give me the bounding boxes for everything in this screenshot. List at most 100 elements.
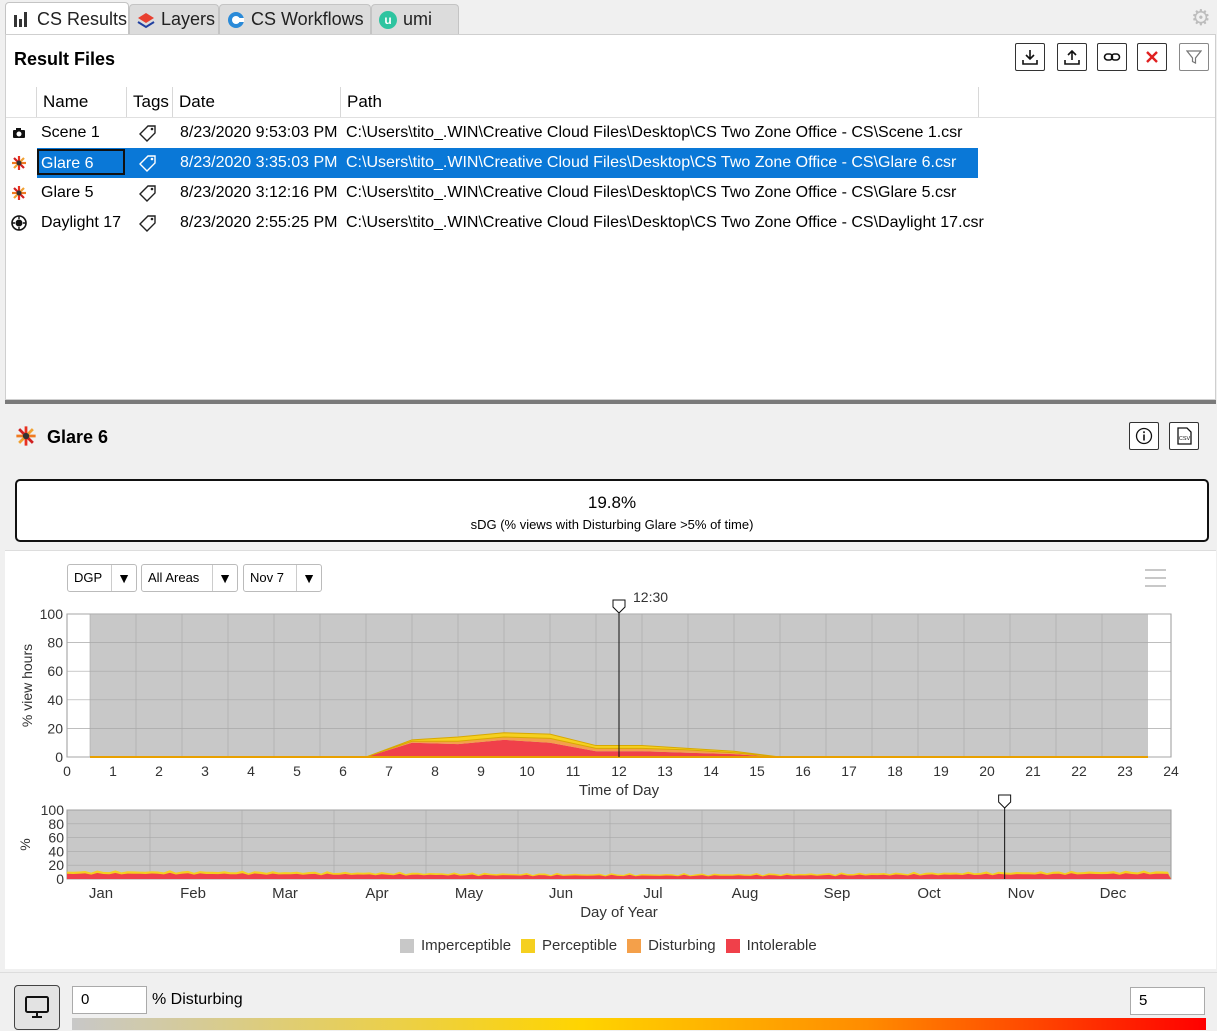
legend-label: Perceptible	[542, 937, 618, 954]
column-header-date[interactable]: Date	[173, 87, 341, 117]
chart-legend: Imperceptible Perceptible Disturbing Int…	[400, 937, 827, 954]
delete-icon	[1146, 51, 1158, 63]
table-row-selected[interactable]: Glare 6 8/23/2020 3:35:03 PM C:\Users\ti…	[6, 148, 1217, 178]
x-tick-label: 10	[519, 763, 535, 779]
dropdown-value: All Areas	[148, 570, 200, 585]
column-header-tags[interactable]: Tags	[127, 87, 173, 117]
csv-icon: CSV	[1177, 427, 1192, 445]
min-value-input[interactable]: 0	[72, 986, 147, 1014]
charts-svg: 0 1 2 3 4 5 6 7 8 9 10 11 12 13 14 15 16 17 18 19 20 21 22 23 24…	[17, 590, 1179, 921]
legend-item[interactable]: Disturbing	[627, 937, 716, 954]
bar-chart-icon	[14, 12, 27, 27]
panel-splitter[interactable]	[5, 400, 1216, 404]
time-marker-label: 12:30	[633, 590, 668, 605]
x-tick-label: 20	[979, 763, 995, 779]
x-tick-label: 0	[63, 763, 71, 779]
dropdown-value: Nov 7	[250, 570, 284, 585]
filter-icon	[1186, 50, 1202, 64]
info-button[interactable]	[1129, 422, 1159, 450]
date-dropdown[interactable]: Nov 7 ▼	[243, 564, 322, 592]
x-tick-label: 21	[1025, 763, 1041, 779]
tab-label: umi	[403, 9, 433, 29]
layers-icon	[137, 12, 155, 28]
x-tick-label: 19	[933, 763, 949, 779]
y-tick-label: 80	[47, 635, 63, 651]
x-tick-label: Jun	[549, 885, 573, 902]
delete-button[interactable]	[1137, 43, 1167, 71]
table-row[interactable]: Glare 5 8/23/2020 3:12:16 PM C:\Users\ti…	[6, 178, 1217, 208]
x-axis-label: Time of Day	[579, 782, 660, 799]
chevron-down-icon: ▼	[296, 565, 321, 591]
legend-label: Imperceptible	[421, 937, 512, 954]
panel-title: Result Files	[14, 49, 116, 69]
color-scale-bar	[72, 1018, 1206, 1030]
umi-icon: u	[379, 10, 397, 29]
monitor-icon	[25, 996, 49, 1018]
x-tick-label: 2	[155, 763, 163, 779]
y-tick-label: 20	[48, 857, 64, 873]
y-tick-label: 100	[41, 802, 65, 818]
x-tick-label: 12	[611, 763, 627, 779]
row-name: Glare 5	[41, 184, 94, 201]
x-tick-label: 18	[887, 763, 903, 779]
header-icon-col	[6, 87, 37, 117]
metric-label: sDG (% views with Disturbing Glare >5% o…	[470, 517, 754, 532]
x-tick-label: Dec	[1100, 885, 1127, 902]
row-name: Scene 1	[41, 124, 100, 141]
tab-umi[interactable]: u umi	[371, 4, 459, 34]
metric-dropdown[interactable]: DGP ▼	[67, 564, 137, 592]
metric-value: 19.8%	[587, 493, 637, 512]
download-button[interactable]	[1015, 43, 1045, 71]
glare-icon	[16, 426, 36, 446]
legend-item[interactable]: Imperceptible	[400, 937, 511, 954]
y-tick-label: 0	[55, 749, 63, 765]
x-tick-label: Sep	[824, 885, 851, 902]
link-button[interactable]	[1097, 43, 1127, 71]
x-tick-label: May	[455, 885, 484, 902]
gear-icon[interactable]: ⚙	[1191, 7, 1211, 29]
upload-icon	[1064, 49, 1080, 65]
x-tick-label: Mar	[272, 885, 298, 902]
tab-cs-workflows[interactable]: CS Workflows	[219, 4, 371, 34]
x-tick-label: Jul	[643, 885, 662, 902]
y-tick-label: 100	[40, 606, 64, 622]
x-tick-label: 1	[109, 763, 117, 779]
x-tick-label: 15	[749, 763, 765, 779]
table-row[interactable]: Daylight 17 8/23/2020 2:55:25 PM C:\User…	[6, 208, 1217, 238]
legend-item[interactable]: Intolerable	[725, 937, 817, 954]
max-value-input[interactable]: 5	[1130, 987, 1205, 1015]
x-tick-label: 8	[431, 763, 439, 779]
row-date: 8/23/2020 3:12:16 PM	[180, 184, 338, 201]
row-path: C:\Users\tito_.WIN\Creative Cloud Files\…	[346, 124, 963, 141]
legend-item[interactable]: Perceptible	[521, 937, 617, 954]
column-header-name[interactable]: Name	[37, 87, 127, 117]
dropdown-value: DGP	[74, 570, 103, 585]
column-header-path[interactable]: Path	[341, 87, 979, 117]
row-date: 8/23/2020 2:55:25 PM	[180, 214, 338, 231]
upload-button[interactable]	[1057, 43, 1087, 71]
table-row[interactable]: Scene 1 8/23/2020 9:53:03 PM C:\Users\ti…	[6, 118, 1217, 148]
y-tick-label: 60	[47, 663, 63, 679]
x-tick-label: Feb	[180, 885, 206, 902]
tab-label: CS Results	[37, 8, 128, 29]
export-csv-button[interactable]: CSV	[1169, 422, 1199, 450]
tab-cs-results[interactable]: CS Results	[5, 2, 129, 35]
view-mode-button[interactable]	[14, 985, 60, 1030]
chevron-down-icon: ▼	[111, 565, 136, 591]
tag-icon[interactable]	[138, 124, 158, 142]
tag-icon[interactable]	[138, 214, 158, 232]
filter-button[interactable]	[1179, 43, 1209, 71]
x-tick-label: 13	[657, 763, 673, 779]
tab-label: CS Workflows	[251, 9, 364, 29]
tab-layers[interactable]: Layers	[129, 4, 219, 34]
x-tick-label: 14	[703, 763, 719, 779]
x-tick-label: 16	[795, 763, 811, 779]
glare-icon	[12, 156, 26, 170]
area-dropdown[interactable]: All Areas ▼	[141, 564, 238, 592]
tag-icon[interactable]	[138, 154, 158, 172]
y-tick-label: 80	[48, 816, 64, 832]
tag-icon[interactable]	[138, 184, 158, 202]
daylight-icon	[11, 215, 27, 231]
x-tick-label: 22	[1071, 763, 1087, 779]
legend-label: Disturbing	[648, 937, 716, 954]
